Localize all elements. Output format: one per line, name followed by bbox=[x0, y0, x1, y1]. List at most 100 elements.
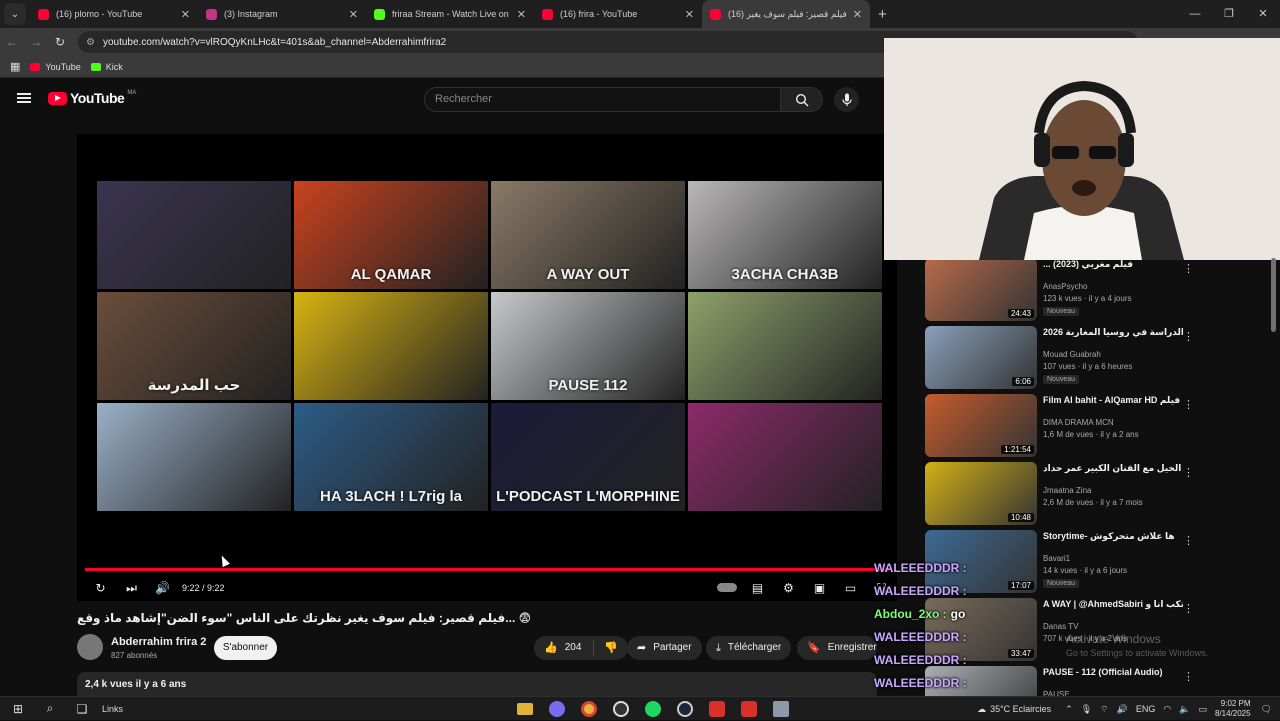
recommended-channel[interactable]: AnasPsycho bbox=[1043, 282, 1087, 291]
like-button[interactable]: 👍 204 👎 bbox=[534, 636, 629, 660]
tab-close-icon[interactable]: ✕ bbox=[349, 8, 358, 21]
tab-close-icon[interactable]: ✕ bbox=[181, 8, 190, 21]
recommended-title[interactable]: Film Al bahit - AlQamar HD فيلم bbox=[1043, 395, 1183, 406]
more-options-icon[interactable]: ⋮ bbox=[1183, 602, 1194, 615]
share-button[interactable]: ➦ Partager bbox=[627, 636, 702, 660]
speaker-icon[interactable]: 🔈 bbox=[1179, 704, 1190, 715]
windows-start-icon[interactable]: ⊞ bbox=[8, 699, 28, 719]
next-icon[interactable]: ⏭ bbox=[116, 581, 147, 596]
youtube-logo[interactable]: YouTube MA bbox=[48, 90, 136, 106]
voice-search-button[interactable] bbox=[834, 87, 859, 112]
page-scrollbar[interactable] bbox=[1271, 258, 1276, 332]
recommended-video[interactable]: 10:48 عجلة ركوب الخيل مع الفنان الكبير عم… bbox=[925, 462, 1205, 528]
save-button[interactable]: 🔖 Enregistrer bbox=[797, 636, 877, 660]
clock[interactable]: 9:02 PM 8/14/2025 bbox=[1215, 699, 1251, 719]
browser-tab[interactable]: (16) فيلم قصير: فيلم سوف يغير ✕ bbox=[702, 0, 870, 28]
steam-icon[interactable] bbox=[675, 699, 695, 719]
recommended-title[interactable]: ... (2023) فيلم مغربي bbox=[1043, 260, 1183, 270]
recommended-title[interactable]: الدراسة في روسيا المغاربة 2026 bbox=[1043, 327, 1183, 338]
recommended-video[interactable]: 24:43 ... (2023) فيلم مغربي AnasPsycho 123 … bbox=[925, 260, 1205, 324]
more-options-icon[interactable]: ⋮ bbox=[1183, 534, 1194, 547]
weather-text[interactable]: 35°C Eclaircies bbox=[990, 704, 1051, 714]
discord-icon[interactable] bbox=[547, 699, 567, 719]
file-explorer-icon[interactable] bbox=[515, 699, 535, 719]
apps-icon[interactable]: ▦ bbox=[10, 60, 20, 73]
chrome-icon[interactable] bbox=[579, 699, 599, 719]
tab-close-icon[interactable]: ✕ bbox=[685, 8, 694, 21]
subtitles-icon[interactable]: ▤ bbox=[742, 581, 773, 595]
volume-icon[interactable]: 🔊 bbox=[1117, 704, 1128, 715]
tab-close-icon[interactable]: ✕ bbox=[853, 8, 862, 21]
end-screen-video-thumbnail[interactable]: HA 3LACH ! L7rig la bbox=[294, 403, 488, 511]
more-options-icon[interactable]: ⋮ bbox=[1183, 670, 1194, 683]
more-options-icon[interactable]: ⋮ bbox=[1183, 262, 1194, 275]
autoplay-toggle[interactable] bbox=[711, 581, 742, 595]
links-toolbar[interactable]: Links bbox=[102, 704, 123, 714]
tray-chevron-icon[interactable]: ⌃ bbox=[1065, 704, 1073, 715]
miniplayer-icon[interactable]: ▣ bbox=[804, 581, 835, 595]
settings-gear-icon[interactable]: ⚙ bbox=[773, 581, 804, 595]
reload-icon[interactable]: ↻ bbox=[48, 35, 72, 49]
theater-mode-icon[interactable]: ▭ bbox=[835, 581, 866, 595]
more-options-icon[interactable]: ⋮ bbox=[1183, 466, 1194, 479]
end-screen-video-thumbnail[interactable] bbox=[294, 292, 488, 400]
volume-icon[interactable]: 🔊 bbox=[147, 581, 178, 595]
progress-bar[interactable] bbox=[85, 568, 889, 571]
obs-icon[interactable] bbox=[611, 699, 631, 719]
network-icon[interactable]: ⌔ bbox=[1100, 704, 1108, 715]
tab-search-dropdown[interactable]: ⌄ bbox=[4, 3, 26, 25]
wifi-icon[interactable]: ◠ bbox=[1163, 704, 1171, 715]
back-icon[interactable]: ← bbox=[0, 35, 24, 49]
bookmark-kick[interactable]: Kick bbox=[90, 62, 123, 72]
forward-icon[interactable]: → bbox=[24, 35, 48, 49]
end-screen-video-thumbnail[interactable]: A WAY OUT bbox=[491, 181, 685, 289]
browser-tab[interactable]: friraa Stream - Watch Live on Kick ✕ bbox=[366, 0, 534, 28]
browser-tab[interactable]: (16) frira - YouTube ✕ bbox=[534, 0, 702, 28]
language-indicator[interactable]: ENG bbox=[1136, 704, 1156, 714]
search-button[interactable] bbox=[781, 87, 823, 112]
minimize-icon[interactable]: — bbox=[1178, 0, 1212, 28]
end-screen-video-thumbnail[interactable]: 3ACHA CHA3B bbox=[688, 181, 882, 289]
site-info-icon[interactable]: ⚙ bbox=[86, 37, 95, 48]
end-screen-video-thumbnail[interactable]: L'PODCAST L'MORPHINE bbox=[491, 403, 685, 511]
recommended-thumbnail[interactable]: 10:48 bbox=[925, 462, 1037, 525]
recommended-thumbnail[interactable]: 6:06 bbox=[925, 326, 1037, 389]
browser-tab[interactable]: (3) Instagram ✕ bbox=[198, 0, 366, 28]
spotify-icon[interactable] bbox=[643, 699, 663, 719]
recommended-thumbnail[interactable]: 24:43 bbox=[925, 260, 1037, 321]
recommended-thumbnail[interactable]: 1:21:54 bbox=[925, 394, 1037, 457]
thumbs-down-icon[interactable]: 👎 bbox=[604, 636, 618, 660]
recommended-channel[interactable]: Jmaatna Zina bbox=[1043, 486, 1091, 495]
recommended-video[interactable]: 1:21:54 Film Al bahit - AlQamar HD فيلم DI… bbox=[925, 394, 1205, 460]
browser-tab[interactable]: (16) plomo - YouTube ✕ bbox=[30, 0, 198, 28]
app-red-icon[interactable] bbox=[707, 699, 727, 719]
end-screen-video-thumbnail[interactable] bbox=[97, 181, 291, 289]
channel-avatar[interactable] bbox=[77, 634, 103, 660]
end-screen-video-thumbnail[interactable] bbox=[688, 292, 882, 400]
new-tab-button[interactable]: + bbox=[878, 6, 887, 23]
recommended-title[interactable]: Storytime- ها علاش متحركوش bbox=[1043, 531, 1183, 542]
subscribe-button[interactable]: S'abonner bbox=[214, 636, 277, 660]
tab-close-icon[interactable]: ✕ bbox=[517, 8, 526, 21]
restore-icon[interactable]: ❐ bbox=[1212, 0, 1246, 28]
recommended-channel[interactable]: Mouad Guabrah bbox=[1043, 350, 1101, 359]
video-player[interactable]: AL QAMAR A WAY OUT 3ACHA CHA3B حب المدرسة PA… bbox=[77, 134, 897, 601]
recommended-video[interactable]: 6:06 الدراسة في روسيا المغاربة 2026 Mouad … bbox=[925, 326, 1205, 392]
more-options-icon[interactable]: ⋮ bbox=[1183, 330, 1194, 343]
bookmark-youtube[interactable]: YouTube bbox=[30, 62, 81, 72]
more-options-icon[interactable]: ⋮ bbox=[1183, 398, 1194, 411]
end-screen-video-thumbnail[interactable]: AL QAMAR bbox=[294, 181, 488, 289]
end-screen-video-thumbnail[interactable]: حب المدرسة bbox=[97, 292, 291, 400]
download-button[interactable]: ⤓ Télécharger bbox=[706, 636, 792, 660]
battery-icon[interactable]: ▭ bbox=[1198, 704, 1207, 715]
hamburger-menu-icon[interactable] bbox=[17, 93, 31, 103]
task-view-icon[interactable]: ❏ bbox=[72, 699, 92, 719]
end-screen-video-thumbnail[interactable] bbox=[97, 403, 291, 511]
end-screen-video-thumbnail[interactable]: PAUSE 112 bbox=[491, 292, 685, 400]
search-input[interactable]: Rechercher bbox=[424, 87, 781, 112]
app-window-icon[interactable] bbox=[771, 699, 791, 719]
close-icon[interactable]: ✕ bbox=[1246, 0, 1280, 28]
search-icon[interactable]: ⌕ bbox=[40, 699, 60, 719]
recommended-channel[interactable]: DIMA DRAMA MCN bbox=[1043, 418, 1114, 427]
recommended-title[interactable]: عجلة ركوب الخيل مع الفنان الكبير عمر حدا… bbox=[1043, 463, 1183, 474]
